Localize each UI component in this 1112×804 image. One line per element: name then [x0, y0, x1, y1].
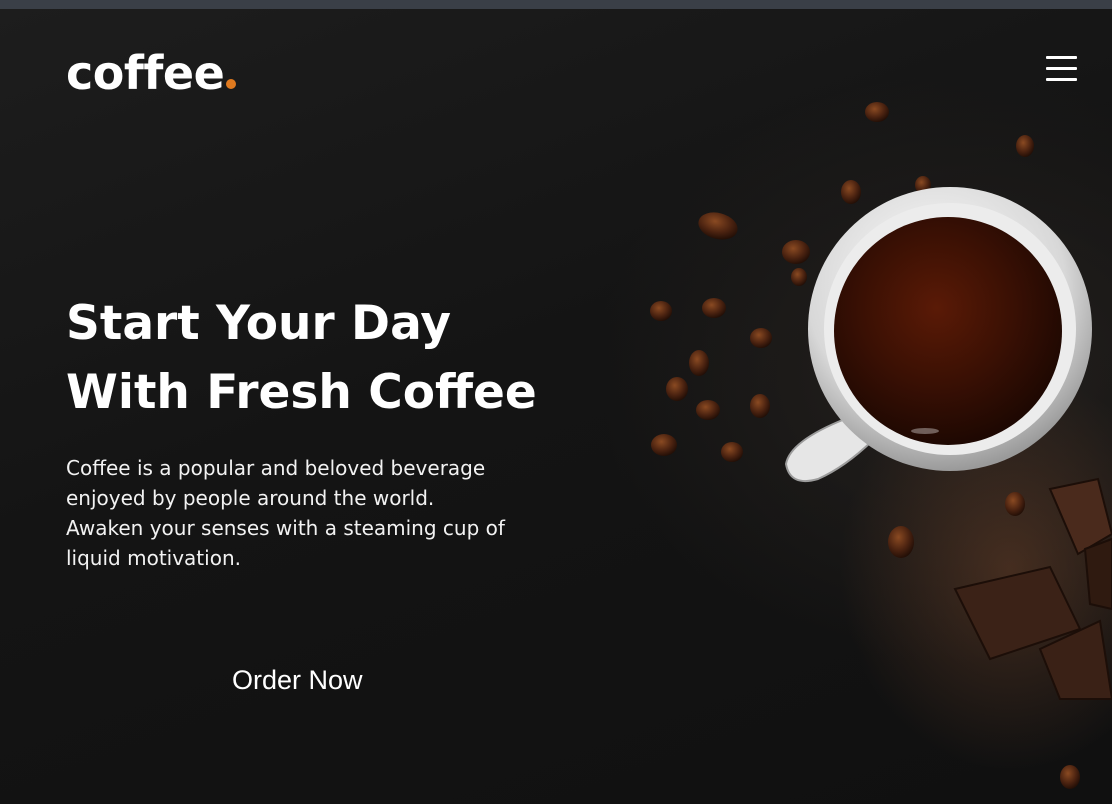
hero-description: Coffee is a popular and beloved beverage… [66, 453, 516, 573]
description-line-1: Coffee is a popular and beloved beverage [66, 456, 486, 480]
description-line-3: Awaken your senses with a steaming cup o… [66, 516, 505, 540]
menu-bar-middle [1046, 67, 1077, 70]
headline-line-2: With Fresh Coffee [66, 365, 537, 420]
logo-dot-icon [226, 79, 237, 89]
order-now-button[interactable]: Order Now [222, 661, 373, 700]
hamburger-menu-icon[interactable] [1046, 56, 1077, 82]
brand-logo[interactable]: coffee [66, 46, 237, 100]
description-line-2: enjoyed by people around the world. [66, 486, 435, 510]
menu-bar-bottom [1046, 78, 1077, 81]
headline-line-1: Start Your Day [66, 296, 451, 351]
logo-text: coffee [66, 46, 225, 100]
browser-top-strip [0, 0, 1112, 9]
menu-bar-top [1046, 56, 1077, 59]
hero-headline: Start Your Day With Fresh Coffee [66, 289, 586, 427]
hero-section: coffee Start Your Day With Fresh Coffee … [0, 9, 1112, 804]
description-line-4: liquid motivation. [66, 546, 241, 570]
